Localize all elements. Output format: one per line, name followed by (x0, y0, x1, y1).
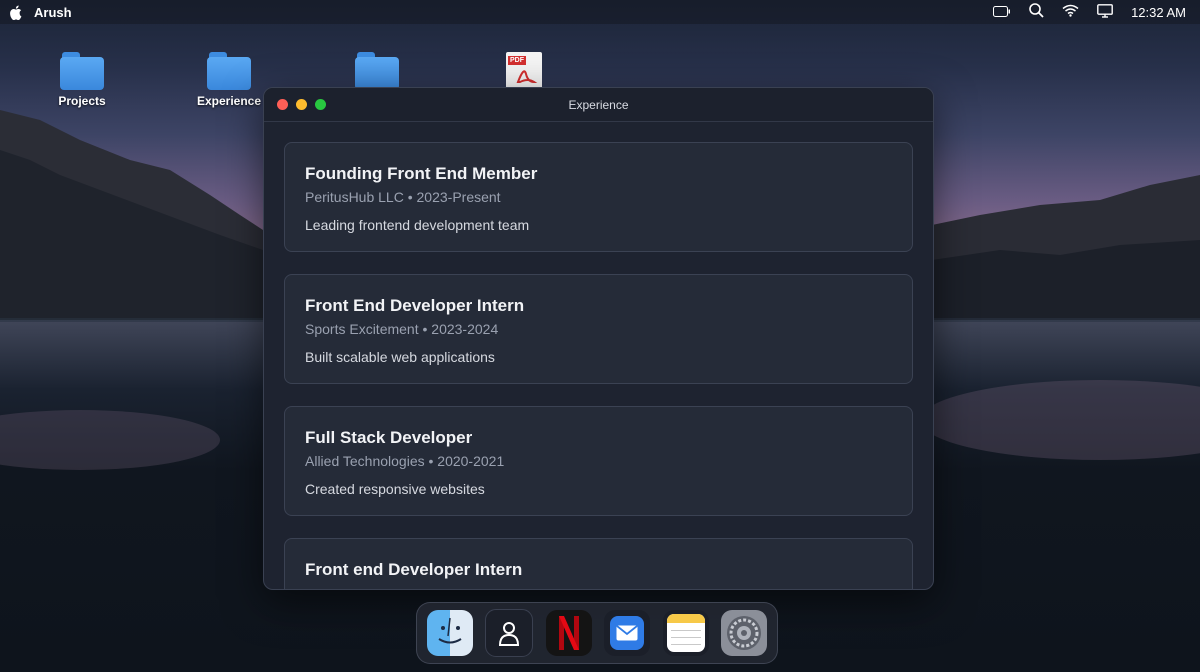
menu-bar: Arush 12:32 AM (0, 0, 1200, 24)
experience-card[interactable]: Front end Developer Intern (284, 538, 913, 589)
active-app-name[interactable]: Arush (34, 5, 72, 20)
experience-card[interactable]: Founding Front End Member PeritusHub LLC… (284, 142, 913, 252)
experience-window: Experience Founding Front End Member Per… (263, 87, 934, 590)
menu-clock[interactable]: 12:32 AM (1131, 5, 1186, 20)
mail-icon[interactable] (604, 610, 651, 656)
experience-description: Leading frontend development team (305, 217, 530, 233)
folder-icon (355, 52, 399, 90)
finder-icon[interactable] (427, 610, 473, 656)
window-title: Experience (568, 97, 629, 112)
desktop-item-label: Projects (58, 94, 106, 108)
notes-icon[interactable] (662, 610, 709, 656)
zoom-button[interactable] (315, 99, 326, 110)
experience-company-dates: PeritusHub LLC • 2023-Present (305, 189, 501, 205)
experience-card[interactable]: Front End Developer Intern Sports Excite… (284, 274, 913, 384)
folder-icon (207, 52, 251, 90)
experience-description: Created responsive websites (305, 481, 485, 497)
desktop-item-experience[interactable]: Experience (189, 48, 269, 108)
window-titlebar[interactable]: Experience (264, 88, 933, 122)
experience-company-dates: Allied Technologies • 2020-2021 (305, 453, 505, 469)
experience-company-dates: Sports Excitement • 2023-2024 (305, 321, 499, 337)
wifi-icon[interactable] (1062, 4, 1079, 20)
experience-role: Front end Developer Intern (305, 560, 523, 579)
close-button[interactable] (277, 99, 288, 110)
battery-icon[interactable] (993, 5, 1011, 20)
desktop-item-label: Experience (196, 94, 262, 108)
netflix-icon[interactable] (545, 610, 592, 656)
status-area: 12:32 AM (993, 0, 1186, 24)
display-icon[interactable] (1097, 3, 1113, 21)
settings-icon[interactable] (720, 610, 767, 656)
window-controls (277, 99, 326, 110)
desktop-item-pdf[interactable]: PDF (484, 50, 564, 92)
experience-role: Founding Front End Member (305, 164, 538, 183)
minimize-button[interactable] (296, 99, 307, 110)
dock (416, 602, 778, 664)
experience-list[interactable]: Founding Front End Member PeritusHub LLC… (264, 122, 933, 589)
experience-role: Front End Developer Intern (305, 296, 525, 315)
folder-icon (60, 52, 104, 90)
search-icon[interactable] (1029, 3, 1044, 21)
experience-role: Full Stack Developer (305, 428, 473, 447)
desktop-item-projects[interactable]: Projects (42, 48, 122, 108)
experience-card[interactable]: Full Stack Developer Allied Technologies… (284, 406, 913, 516)
apple-icon[interactable] (8, 4, 22, 20)
contacts-icon[interactable] (485, 609, 534, 657)
pdf-icon: PDF (506, 52, 542, 92)
experience-description: Built scalable web applications (305, 349, 495, 365)
